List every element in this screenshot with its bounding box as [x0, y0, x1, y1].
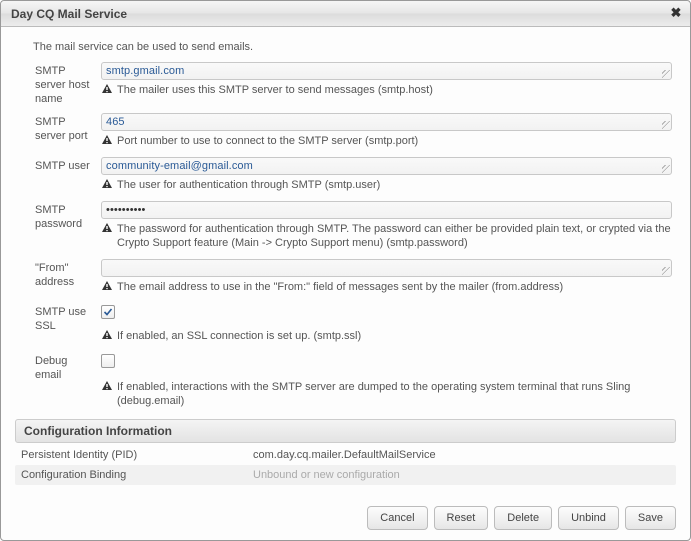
- field-row-port: SMTP server port Port number to use to c…: [15, 109, 676, 153]
- save-button[interactable]: Save: [625, 506, 676, 530]
- intro-text: The mail service can be used to send ema…: [15, 37, 676, 59]
- delete-button[interactable]: Delete: [494, 506, 552, 530]
- warning-icon: [101, 178, 113, 190]
- close-icon[interactable]: ✖: [668, 6, 684, 22]
- from-address-input[interactable]: [101, 259, 672, 277]
- field-hint: The email address to use in the "From:" …: [101, 277, 672, 296]
- warning-icon: [101, 83, 113, 95]
- dialog-content: The mail service can be used to send ema…: [1, 27, 690, 485]
- ssl-checkbox[interactable]: [101, 305, 115, 319]
- config-binding-row: Configuration Binding Unbound or new con…: [15, 465, 676, 485]
- warning-icon: [101, 134, 113, 146]
- reset-button[interactable]: Reset: [434, 506, 489, 530]
- field-row-host: SMTP server host name The mailer uses th…: [15, 59, 676, 109]
- field-label: SMTP password: [15, 201, 101, 252]
- field-row-debug: Debug email If enabled, interactions wit…: [15, 348, 676, 413]
- field-label: SMTP server port: [15, 113, 101, 150]
- unbind-button[interactable]: Unbind: [558, 506, 619, 530]
- field-label: "From" address: [15, 259, 101, 296]
- field-hint: If enabled, interactions with the SMTP s…: [101, 377, 672, 410]
- field-row-user: SMTP user The user for authentication th…: [15, 153, 676, 197]
- field-hint: The user for authentication through SMTP…: [101, 175, 672, 194]
- smtp-port-input[interactable]: [101, 113, 672, 131]
- field-label: Debug email: [15, 352, 101, 410]
- button-bar: Cancel Reset Delete Unbind Save: [367, 506, 676, 530]
- config-pid-value: com.day.cq.mailer.DefaultMailService: [253, 449, 670, 461]
- field-label: SMTP server host name: [15, 62, 101, 106]
- warning-icon: [101, 280, 113, 292]
- config-pid-row: Persistent Identity (PID) com.day.cq.mai…: [15, 445, 676, 465]
- warning-icon: [101, 329, 113, 341]
- field-row-ssl: SMTP use SSL If enabled, an SSL connecti…: [15, 299, 676, 348]
- field-row-password: SMTP password The password for authentic…: [15, 197, 676, 255]
- field-hint: The password for authentication through …: [101, 219, 672, 252]
- warning-icon: [101, 222, 113, 234]
- cancel-button[interactable]: Cancel: [367, 506, 427, 530]
- warning-icon: [101, 380, 113, 392]
- field-hint: If enabled, an SSL connection is set up.…: [101, 326, 672, 345]
- config-info-header: Configuration Information: [15, 419, 676, 443]
- config-binding-label: Configuration Binding: [21, 469, 253, 481]
- smtp-user-input[interactable]: [101, 157, 672, 175]
- titlebar: Day CQ Mail Service ✖: [1, 1, 690, 27]
- field-hint: Port number to use to connect to the SMT…: [101, 131, 672, 150]
- dialog-title: Day CQ Mail Service: [11, 7, 127, 21]
- config-pid-label: Persistent Identity (PID): [21, 449, 253, 461]
- smtp-host-input[interactable]: [101, 62, 672, 80]
- smtp-password-input[interactable]: [101, 201, 672, 219]
- dialog: Day CQ Mail Service ✖ The mail service c…: [0, 0, 691, 541]
- field-label: SMTP user: [15, 157, 101, 194]
- field-hint: The mailer uses this SMTP server to send…: [101, 80, 672, 99]
- debug-checkbox[interactable]: [101, 354, 115, 368]
- field-label: SMTP use SSL: [15, 303, 101, 345]
- config-binding-value: Unbound or new configuration: [253, 469, 670, 481]
- field-row-from: "From" address The email address to use …: [15, 255, 676, 299]
